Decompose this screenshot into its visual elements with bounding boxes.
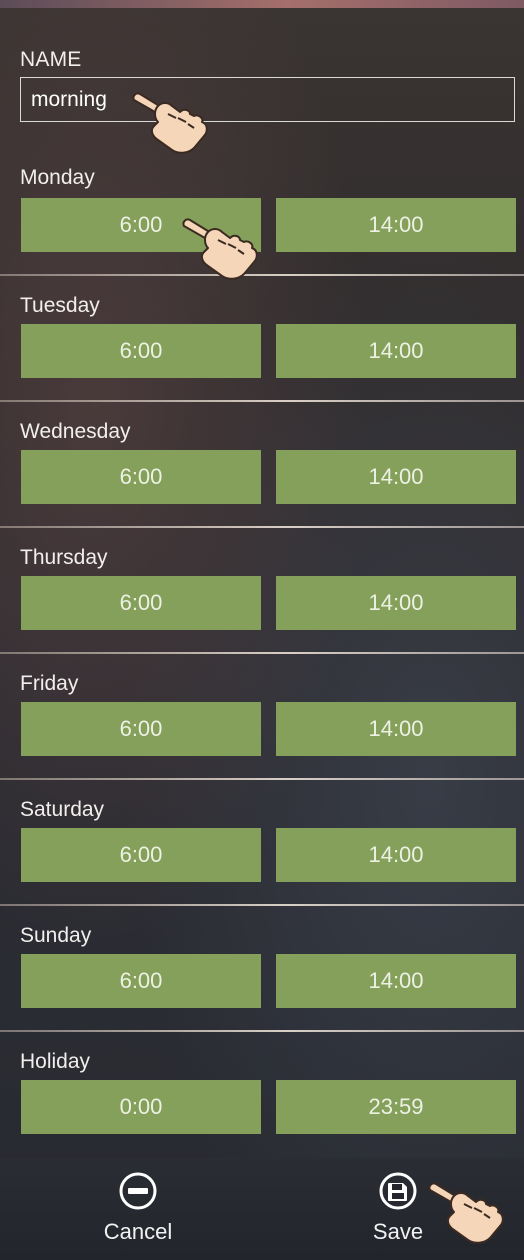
- cancel-button[interactable]: Cancel: [48, 1158, 228, 1260]
- minus-circle-icon: [119, 1172, 157, 1210]
- end-time-button[interactable]: 14:00: [276, 828, 516, 882]
- start-time-button[interactable]: 6:00: [21, 450, 261, 504]
- day-row-holiday: Holiday 0:00 23:59: [0, 1032, 524, 1160]
- start-time-button[interactable]: 0:00: [21, 1080, 261, 1134]
- day-label: Thursday: [20, 546, 108, 569]
- day-label: Tuesday: [20, 294, 100, 317]
- pointing-hand-icon: [428, 1182, 504, 1244]
- day-row-thursday: Thursday 6:00 14:00: [0, 528, 524, 656]
- save-label: Save: [372, 1219, 424, 1244]
- name-input[interactable]: [20, 77, 515, 122]
- start-time-button[interactable]: 6:00: [21, 954, 261, 1008]
- pointing-hand-icon: [132, 92, 208, 154]
- day-row-saturday: Saturday 6:00 14:00: [0, 780, 524, 908]
- end-time-button[interactable]: 14:00: [276, 576, 516, 630]
- day-row-sunday: Sunday 6:00 14:00: [0, 906, 524, 1034]
- start-time-button[interactable]: 6:00: [21, 828, 261, 882]
- day-row-monday: Monday 6:00 14:00: [0, 148, 524, 276]
- end-time-button[interactable]: 14:00: [276, 702, 516, 756]
- end-time-button[interactable]: 14:00: [276, 954, 516, 1008]
- day-row-tuesday: Tuesday 6:00 14:00: [0, 276, 524, 404]
- day-label: Sunday: [20, 924, 92, 947]
- day-row-friday: Friday 6:00 14:00: [0, 654, 524, 782]
- end-time-button[interactable]: 14:00: [276, 198, 516, 252]
- pointing-hand-icon: [182, 218, 258, 280]
- start-time-button[interactable]: 6:00: [21, 576, 261, 630]
- day-label: Monday: [20, 166, 95, 189]
- end-time-button[interactable]: 23:59: [276, 1080, 516, 1134]
- name-label: NAME: [20, 48, 82, 71]
- end-time-button[interactable]: 14:00: [276, 324, 516, 378]
- day-label: Holiday: [20, 1050, 91, 1073]
- day-row-wednesday: Wednesday 6:00 14:00: [0, 402, 524, 530]
- day-label: Friday: [20, 672, 79, 695]
- save-disk-icon: [379, 1172, 417, 1210]
- day-label: Saturday: [20, 798, 105, 821]
- top-accent-strip: [0, 0, 524, 8]
- day-label: Wednesday: [20, 420, 131, 443]
- end-time-button[interactable]: 14:00: [276, 450, 516, 504]
- start-time-button[interactable]: 6:00: [21, 324, 261, 378]
- start-time-button[interactable]: 6:00: [21, 702, 261, 756]
- cancel-label: Cancel: [103, 1219, 173, 1244]
